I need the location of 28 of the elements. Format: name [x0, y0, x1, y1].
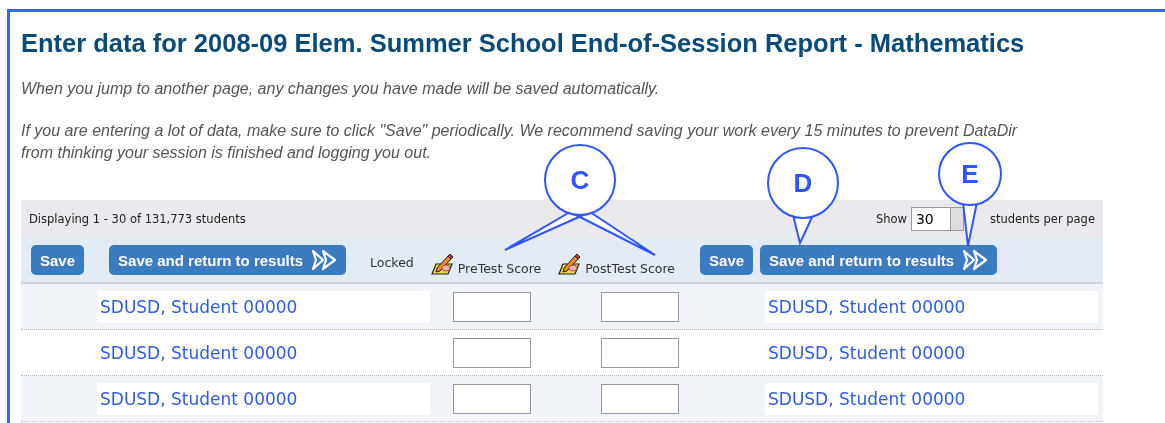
record-count: Displaying 1 - 30 of 131,773 students [29, 212, 246, 226]
student-link[interactable]: SDUSD, Student 00000 [97, 290, 430, 323]
show-label: Show [875, 212, 907, 226]
score-input[interactable] [453, 337, 531, 368]
page-size-dropdown[interactable]: 30 [910, 207, 964, 231]
score-input[interactable] [453, 383, 531, 414]
save-button[interactable]: Save [700, 245, 754, 275]
callout-letter: C [570, 165, 590, 195]
student-link[interactable]: SDUSD, Student 00000 [765, 290, 1098, 323]
score-input[interactable] [601, 383, 679, 414]
score-input[interactable] [601, 291, 679, 322]
callout-letter: D [793, 168, 813, 198]
double-arrow-icon [962, 249, 989, 271]
pencil-paper-icon [429, 252, 456, 276]
score-input[interactable] [453, 291, 531, 322]
double-arrow-icon [311, 249, 338, 271]
instruction-text: When you jump to another page, any changes you have made will be saved automatically. [21, 79, 661, 99]
locked-header: Locked [370, 254, 414, 270]
student-link[interactable]: SDUSD, Student 00000 [97, 382, 430, 415]
save-button[interactable]: Save [31, 245, 85, 275]
score-input[interactable] [601, 337, 679, 368]
student-link[interactable]: SDUSD, Student 00000 [765, 382, 1098, 415]
save-return-button[interactable]: Save and return to results [109, 245, 347, 275]
column-header: PreTest Score [457, 261, 542, 276]
save-return-button[interactable]: Save and return to results [760, 245, 998, 275]
per-page-label: students per page [989, 212, 1095, 226]
page-title: Enter data for 2008-09 Elem. Summer School End-of-Session Report - Mathematics [21, 28, 1026, 58]
column-header: PostTest Score [585, 261, 676, 276]
